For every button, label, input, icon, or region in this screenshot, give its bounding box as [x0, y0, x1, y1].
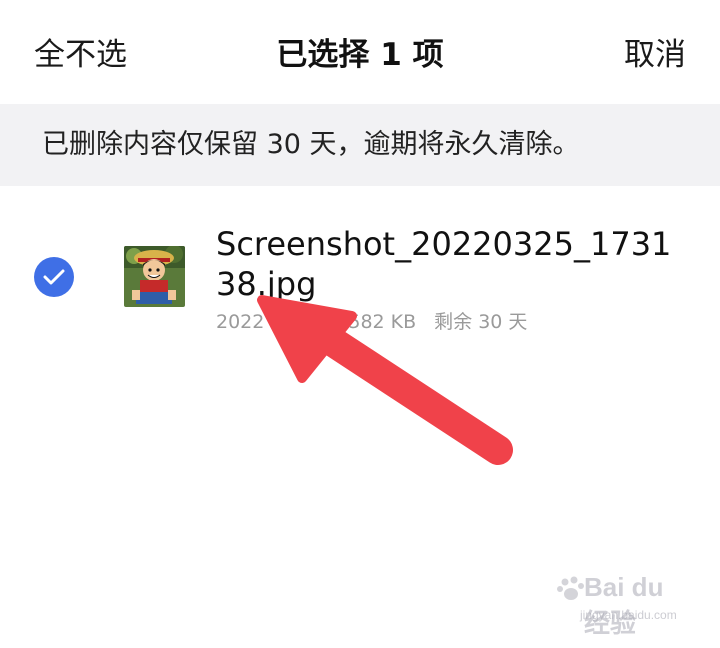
paw-icon: [557, 576, 584, 600]
remaining-days: 剩余 30 天: [434, 311, 528, 333]
file-name: Screenshot_20220325_173138.jpg: [216, 225, 672, 303]
retention-notice: 已删除内容仅保留 30 天，逾期将永久清除。: [0, 104, 720, 186]
top-bar: 全不选 已选择 1 项 取消: [0, 0, 720, 104]
file-meta: 2022 582 KB 剩余 30 天: [216, 309, 527, 335]
cancel-button[interactable]: 取消: [624, 32, 686, 78]
file-size: 582 KB: [348, 311, 417, 333]
baidu-jingyan-watermark: Bai du 经验 jingyan.baidu.com: [556, 572, 686, 638]
image-thumbnail: [124, 246, 185, 307]
file-date: 2022: [216, 311, 265, 333]
watermark-url: jingyan.baidu.com: [580, 608, 677, 622]
checkmark-icon: [43, 269, 65, 285]
page-title: 已选择 1 项: [276, 37, 444, 73]
list-item[interactable]: Screenshot_20220325_173138.jpg 2022 582 K…: [0, 186, 720, 346]
watermark-brand: Bai du 经验: [584, 572, 664, 638]
selected-checkbox[interactable]: [34, 257, 74, 297]
retention-notice-text: 已删除内容仅保留 30 天，逾期将永久清除。: [42, 129, 580, 160]
